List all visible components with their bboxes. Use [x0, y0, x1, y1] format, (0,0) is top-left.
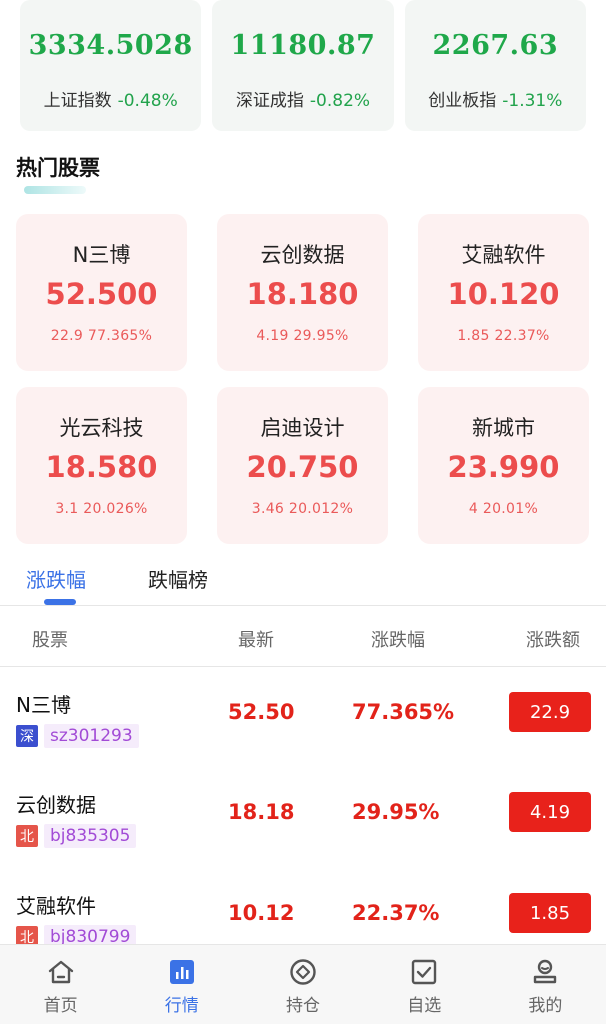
- hot-stock-name: N三博: [72, 243, 131, 267]
- latest-price: 52.50: [228, 700, 295, 724]
- hot-stock-price: 20.750: [246, 450, 359, 484]
- nav-label: 持仓: [286, 996, 320, 1016]
- index-card-sse[interactable]: 3334.5028 上证指数 -0.48%: [20, 0, 202, 131]
- change-amount-badge: 1.85: [509, 893, 591, 933]
- hot-stock-price: 10.120: [447, 277, 560, 311]
- index-card-szse[interactable]: 11180.87 深证成指 -0.82%: [212, 0, 394, 131]
- table-row[interactable]: 艾融软件 北 bj830799 10.12 22.37% 1.85: [0, 868, 606, 944]
- nav-label: 我的: [528, 996, 563, 1016]
- index-change: -0.82%: [309, 91, 371, 111]
- stock-name: 云创数据: [16, 793, 96, 817]
- hot-stocks-grid: N三博 52.500 22.9 77.365% 云创数据 18.180 4.19…: [16, 214, 590, 544]
- ranking-tabs: 涨跌幅 跌幅榜: [0, 560, 606, 606]
- title-underline: [24, 186, 86, 194]
- change-amount-badge: 22.9: [509, 692, 591, 732]
- index-change: -0.48%: [117, 91, 178, 111]
- change-percent: 22.37%: [352, 901, 440, 925]
- change-percent: 29.95%: [352, 800, 440, 824]
- column-header-stock: 股票: [32, 630, 68, 651]
- hot-stocks-title: 热门股票: [16, 156, 100, 180]
- hot-stock-price: 18.180: [246, 277, 359, 311]
- hot-stock-card[interactable]: 光云科技 18.580 3.1 20.026%: [16, 387, 187, 544]
- nav-item-watchlist[interactable]: 自选: [364, 945, 485, 1024]
- column-header-change-amount[interactable]: 涨跌额: [526, 626, 580, 652]
- latest-price: 10.12: [228, 901, 295, 925]
- market-badge: 深: [16, 725, 38, 747]
- stock-code: bj835305: [44, 824, 137, 848]
- index-change: -1.31%: [502, 91, 563, 111]
- nav-label: 首页: [43, 996, 78, 1016]
- hot-stock-card[interactable]: 云创数据 18.180 4.19 29.95%: [217, 214, 388, 371]
- column-header-latest[interactable]: 最新: [238, 626, 274, 652]
- index-name: 深证成指: [235, 91, 304, 111]
- stock-name: N三博: [16, 693, 71, 717]
- hot-stock-card[interactable]: N三博 52.500 22.9 77.365%: [16, 214, 187, 371]
- hot-stock-change: 1.85 22.37%: [457, 328, 550, 344]
- hot-stock-price: 23.990: [447, 450, 560, 484]
- stock-code: sz301293: [44, 724, 139, 748]
- nav-label: 自选: [407, 996, 442, 1016]
- index-card-chinext[interactable]: 2267.63 创业板指 -1.31%: [404, 0, 586, 131]
- coin-icon: [290, 959, 316, 985]
- index-name: 上证指数: [43, 91, 112, 111]
- stock-code: bj830799: [44, 925, 137, 944]
- hot-stock-name: 新城市: [472, 416, 535, 440]
- hot-stock-change: 3.46 20.012%: [251, 501, 354, 517]
- hot-stock-change: 4 20.01%: [468, 501, 539, 517]
- index-value: 3334.5028: [28, 30, 193, 61]
- latest-price: 18.18: [228, 800, 295, 824]
- nav-item-positions[interactable]: 持仓: [242, 945, 363, 1024]
- chart-icon: [169, 960, 194, 984]
- hot-stock-change: 4.19 29.95%: [256, 328, 349, 344]
- bottom-nav: 首页 行情 持仓 自选 我的: [0, 944, 606, 1024]
- hot-stock-name: 光云科技: [59, 416, 144, 440]
- hot-stock-price: 52.500: [45, 277, 158, 311]
- table-header: 股票 最新 涨跌幅 涨跌额: [0, 606, 606, 666]
- nav-label: 行情: [164, 996, 199, 1016]
- hot-stock-name: 启迪设计: [260, 416, 345, 440]
- change-percent: 77.365%: [352, 700, 455, 724]
- hot-stock-card[interactable]: 艾融软件 10.120 1.85 22.37%: [418, 214, 589, 371]
- table-row[interactable]: 云创数据 北 bj835305 18.18 29.95% 4.19: [0, 767, 606, 867]
- change-amount-badge: 4.19: [509, 792, 591, 832]
- hot-stock-name: 云创数据: [260, 243, 345, 267]
- hot-stock-card[interactable]: 新城市 23.990 4 20.01%: [418, 387, 589, 544]
- index-value: 2267.63: [432, 30, 559, 61]
- hot-stock-change: 22.9 77.365%: [50, 328, 153, 344]
- checkbox-icon: [412, 959, 437, 985]
- hot-stock-change: 3.1 20.026%: [55, 501, 148, 517]
- stock-name: 艾融软件: [16, 894, 96, 918]
- home-icon: [48, 960, 73, 984]
- index-name: 创业板指: [428, 91, 497, 111]
- market-badge: 北: [16, 825, 38, 847]
- hot-stock-name: 艾融软件: [461, 243, 546, 267]
- nav-item-profile[interactable]: 我的: [485, 945, 606, 1024]
- tab-losers[interactable]: 跌幅榜: [148, 564, 208, 593]
- hot-stock-price: 18.580: [45, 450, 158, 484]
- tab-gainers[interactable]: 涨跌幅: [26, 564, 86, 593]
- index-summary: 3334.5028 上证指数 -0.48% 11180.87 深证成指 -0.82%…: [20, 0, 586, 131]
- column-header-change-pct[interactable]: 涨跌幅: [371, 626, 425, 652]
- hot-stock-card[interactable]: 启迪设计 20.750 3.46 20.012%: [217, 387, 388, 544]
- table-row[interactable]: N三博 深 sz301293 52.50 77.365% 22.9: [0, 667, 606, 767]
- nav-item-market[interactable]: 行情: [121, 945, 242, 1024]
- index-value: 11180.87: [230, 30, 376, 61]
- market-badge: 北: [16, 926, 38, 944]
- nav-item-home[interactable]: 首页: [0, 945, 121, 1024]
- profile-icon: [534, 959, 557, 984]
